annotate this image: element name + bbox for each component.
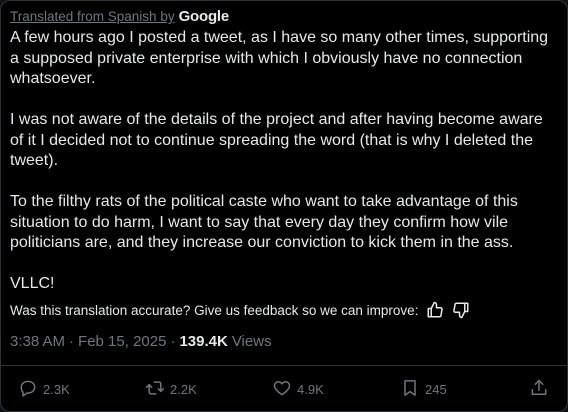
bookmark-count: 245: [425, 382, 447, 397]
tweet-date[interactable]: Feb 15, 2025: [78, 333, 166, 350]
translated-from-spanish-link[interactable]: Translated from Spanish by: [10, 9, 175, 24]
tweet-paragraph: VLLC!: [10, 275, 55, 292]
heart-icon: [272, 378, 292, 401]
repost-count: 2.2K: [170, 382, 197, 397]
tweet-text: A few hours ago I posted a tweet, as I h…: [10, 28, 558, 315]
translation-feedback: Was this translation accurate? Give us f…: [10, 301, 470, 319]
google-logo: Google: [178, 8, 230, 25]
share-button[interactable]: [529, 378, 549, 401]
tweet-meta: 3:38 AM · Feb 15, 2025 · 139.4K Views: [10, 333, 272, 350]
thumbs-up-icon[interactable]: [426, 301, 444, 319]
reply-count: 2.3K: [43, 382, 70, 397]
like-button[interactable]: 4.9K: [272, 378, 324, 401]
repost-button[interactable]: 2.2K: [145, 378, 197, 401]
action-bar: 2.3K 2.2K 4.9K 245: [1, 378, 567, 404]
tweet-card: Translated from Spanish by Google A few …: [0, 0, 568, 412]
feedback-question: Was this translation accurate? Give us f…: [10, 302, 419, 318]
repost-icon: [145, 378, 165, 401]
tweet-paragraph: A few hours ago I posted a tweet, as I h…: [10, 29, 549, 87]
reply-icon: [18, 378, 38, 401]
reply-button[interactable]: 2.3K: [18, 378, 70, 401]
tweet-paragraph: I was not aware of the details of the pr…: [10, 111, 543, 169]
translation-header: Translated from Spanish by Google: [10, 8, 229, 25]
meta-separator: ·: [69, 333, 75, 350]
bookmark-button[interactable]: 245: [400, 378, 447, 401]
like-count: 4.9K: [297, 382, 324, 397]
tweet-time[interactable]: 3:38 AM: [10, 333, 65, 350]
views-count[interactable]: 139.4K: [179, 333, 227, 350]
divider: [1, 365, 567, 366]
tweet-paragraph: To the filthy rats of the political cast…: [10, 193, 518, 251]
bookmark-icon: [400, 378, 420, 401]
meta-separator: ·: [170, 333, 176, 350]
views-label: Views: [231, 333, 272, 350]
share-icon: [529, 378, 549, 401]
thumbs-down-icon[interactable]: [452, 301, 470, 319]
